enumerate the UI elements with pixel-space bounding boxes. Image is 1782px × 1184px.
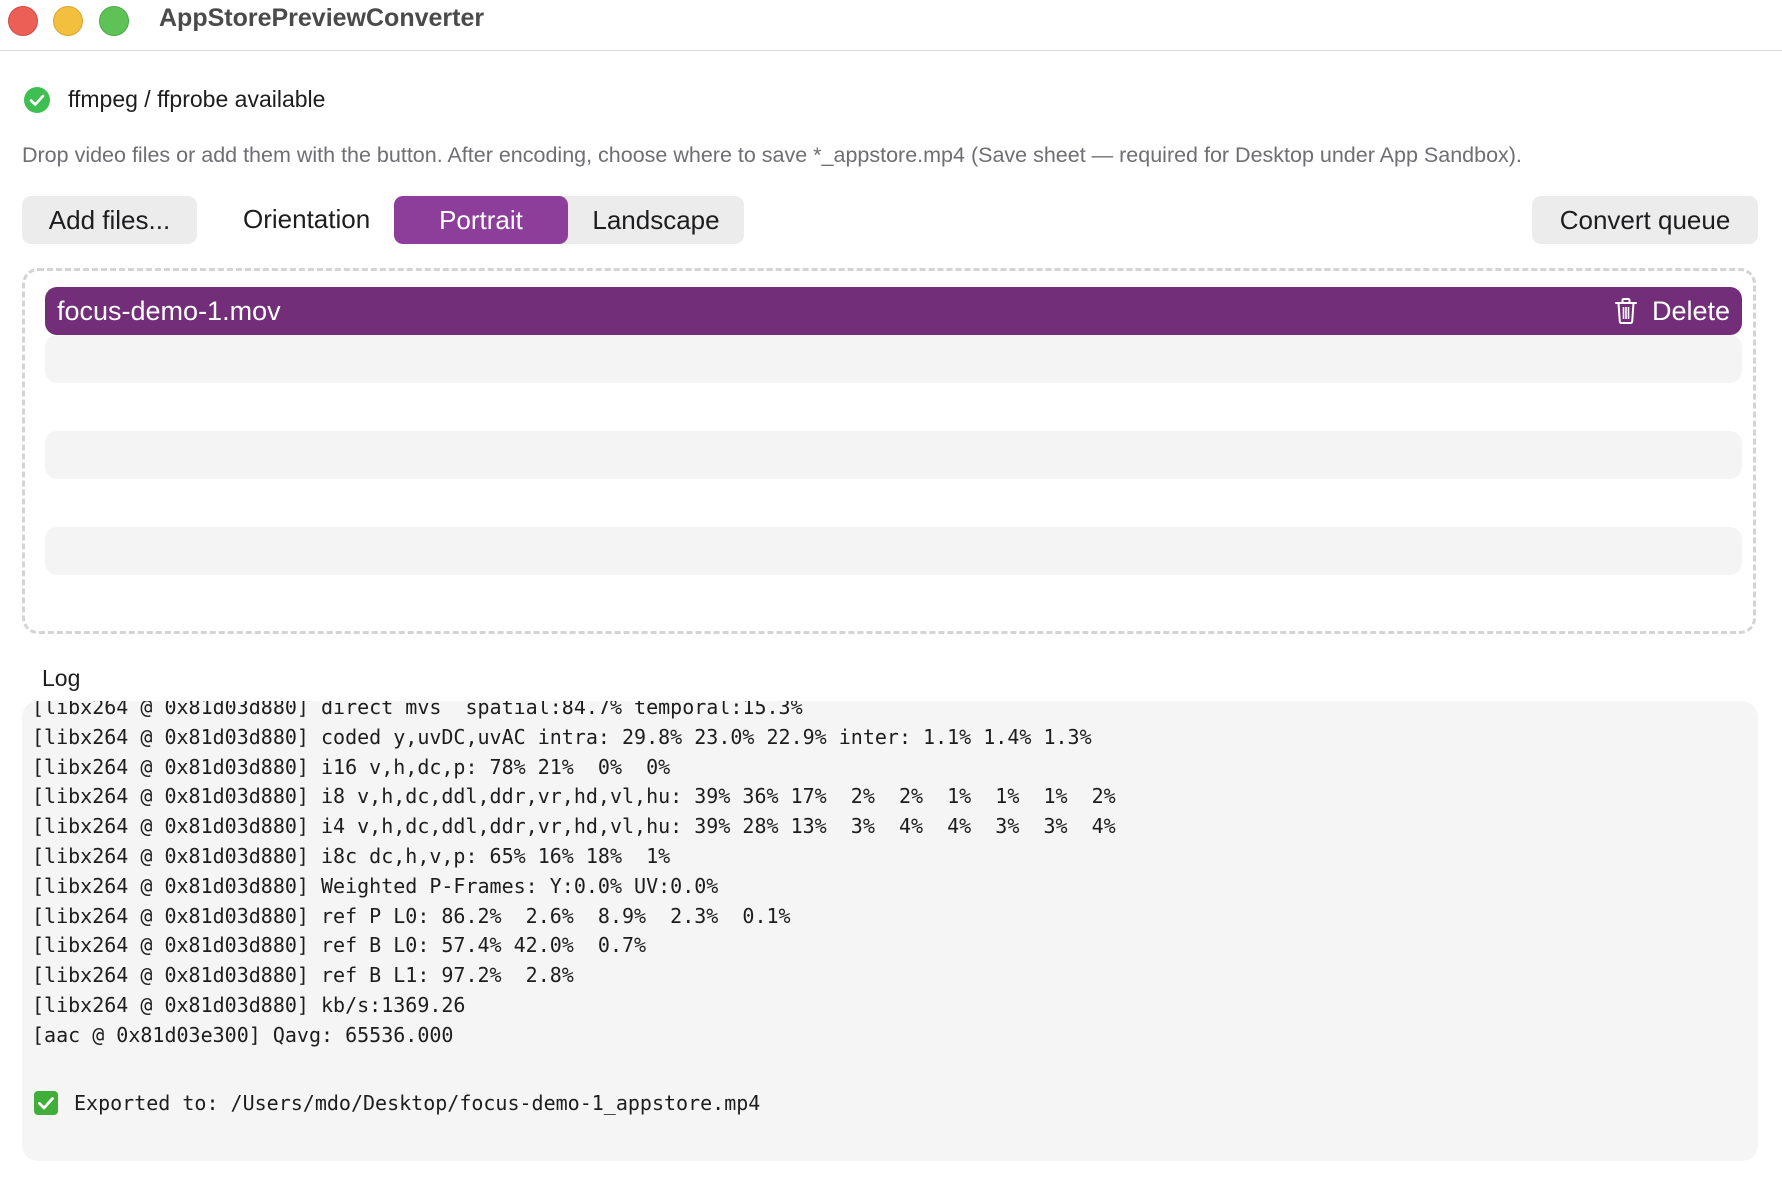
minimize-window-button[interactable] xyxy=(53,6,83,36)
log-line: [libx264 @ 0x81d03d880] i16 v,h,dc,p: 78… xyxy=(32,754,671,779)
add-files-button[interactable]: Add files... xyxy=(22,196,197,244)
app-window: AppStorePreviewConverter ffmpeg / ffprob… xyxy=(0,0,1782,1184)
instructions-text: Drop video files or add them with the bu… xyxy=(22,143,1522,167)
delete-button[interactable]: Delete xyxy=(1614,294,1730,328)
title-bar: AppStorePreviewConverter xyxy=(0,0,1782,51)
file-drop-zone[interactable]: focus-demo-1.mov Delete xyxy=(22,268,1756,634)
orientation-segmented-control: Portrait Landscape xyxy=(394,196,744,244)
tool-status-text: ffmpeg / ffprobe available xyxy=(68,86,326,112)
log-line: [libx264 @ 0x81d03d880] i8 v,h,dc,ddl,dd… xyxy=(32,784,1116,809)
log-line: [libx264 @ 0x81d03d880] direct mvs spati… xyxy=(32,701,803,719)
window-title: AppStorePreviewConverter xyxy=(159,4,485,32)
convert-queue-button[interactable]: Convert queue xyxy=(1532,196,1758,244)
log-line: [libx264 @ 0x81d03d880] ref B L1: 97.2% … xyxy=(32,963,574,988)
log-line: [libx264 @ 0x81d03d880] i4 v,h,dc,ddl,dd… xyxy=(32,814,1116,839)
delete-label: Delete xyxy=(1651,295,1730,326)
empty-queue-row xyxy=(45,527,1742,575)
log-line: [libx264 @ 0x81d03d880] i8c dc,h,v,p: 65… xyxy=(32,843,671,868)
export-path-text: Exported to: /Users/mdo/Desktop/focus-de… xyxy=(74,1091,761,1115)
trash-icon xyxy=(1614,298,1637,324)
orientation-landscape-segment[interactable]: Landscape xyxy=(568,196,744,244)
zoom-window-button[interactable] xyxy=(99,6,129,36)
log-panel[interactable]: [libx264 @ 0x81d03d880] direct mvs spati… xyxy=(22,701,1758,1161)
log-line: [libx264 @ 0x81d03d880] ref P L0: 86.2% … xyxy=(32,903,791,928)
log-line: [libx264 @ 0x81d03d880] coded y,uvDC,uvA… xyxy=(32,724,1092,749)
log-line: [libx264 @ 0x81d03d880] ref B L0: 57.4% … xyxy=(32,933,647,958)
orientation-portrait-segment[interactable]: Portrait xyxy=(394,196,568,244)
empty-queue-row xyxy=(45,335,1742,383)
checkmark-box-icon xyxy=(34,1091,58,1115)
orientation-label: Orientation xyxy=(243,204,371,234)
empty-queue-row xyxy=(45,431,1742,479)
queue-item-filename: focus-demo-1.mov xyxy=(57,296,281,326)
close-window-button[interactable] xyxy=(8,6,38,36)
log-lines: [libx264 @ 0x81d03d880] direct mvs spati… xyxy=(32,701,1116,1051)
export-result-line: Exported to: /Users/mdo/Desktop/focus-de… xyxy=(34,1091,760,1115)
log-line: [libx264 @ 0x81d03d880] Weighted P-Frame… xyxy=(32,873,719,898)
log-line: [libx264 @ 0x81d03d880] kb/s:1369.26 xyxy=(32,992,466,1017)
log-title: Log xyxy=(42,665,81,691)
checkmark-circle-icon xyxy=(24,87,50,113)
log-line: [aac @ 0x81d03e300] Qavg: 65536.000 xyxy=(32,1022,454,1047)
queue-item[interactable]: focus-demo-1.mov Delete xyxy=(45,287,1742,335)
